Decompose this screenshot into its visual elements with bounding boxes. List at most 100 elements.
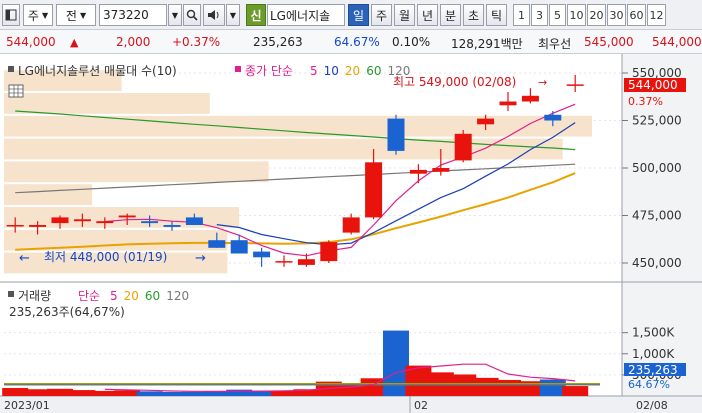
period-mode-value: 전 <box>65 8 77 23</box>
high-price-annotation: 최고 549,000 (02/08) <box>393 75 516 89</box>
volume-ma-legend-period-3: 120 <box>166 289 189 303</box>
candle-body <box>387 118 405 151</box>
volume-ratio: 64.67% <box>334 35 380 49</box>
volume-bar[interactable] <box>203 391 230 396</box>
volume-bar[interactable] <box>2 387 29 396</box>
price-panel-title[interactable]: LG에너지솔루션 매물대 수(10) <box>18 64 177 78</box>
volume-bar[interactable] <box>472 377 499 396</box>
best-ask-price: 545,000 <box>584 35 634 49</box>
high-arrow-icon: → <box>538 76 547 89</box>
candle[interactable] <box>454 130 472 163</box>
volume-panel-title[interactable]: 거래량 <box>18 289 51 303</box>
trade-volume: 235,263 <box>253 35 303 49</box>
search-icon <box>186 9 198 21</box>
search-button[interactable] <box>183 4 201 26</box>
candle-body <box>253 251 271 258</box>
candle[interactable] <box>387 114 405 155</box>
interval-button-1[interactable]: 3 <box>531 4 548 26</box>
ma-legend-label[interactable]: 종가 단순 <box>245 64 293 78</box>
candle-body <box>365 162 383 218</box>
candle-body <box>477 118 495 125</box>
market-select[interactable]: 주 ▼ <box>23 4 53 26</box>
volume-bar[interactable] <box>47 388 73 396</box>
best-quote-label: 최우선 <box>538 37 572 51</box>
candle-body <box>432 168 450 172</box>
interval-button-3[interactable]: 10 <box>567 4 586 26</box>
period-tab-2[interactable]: 월 <box>394 4 415 26</box>
sound-dropdown-button[interactable]: ▼ <box>226 4 240 26</box>
price-y-tick: 500,000 <box>632 161 682 175</box>
volume-bar[interactable] <box>181 391 208 396</box>
volume-bar[interactable] <box>136 391 163 396</box>
candle-body <box>141 221 159 224</box>
trade-value: 128,291백만 <box>451 37 523 51</box>
price-change: 2,000 <box>116 35 151 49</box>
volume-bar[interactable] <box>539 379 566 396</box>
candle-body <box>544 114 562 121</box>
ma-legend-period-0: 5 <box>310 64 318 78</box>
x-axis-label-month: 02 <box>414 399 428 412</box>
volume-bar[interactable] <box>69 390 96 396</box>
volume-bar[interactable] <box>562 386 589 396</box>
ma-legend-period-3: 60 <box>366 64 381 78</box>
turnover-rate: 0.10% <box>392 35 431 49</box>
period-tab-0[interactable]: 일 <box>348 4 369 26</box>
chart-toolbar: 주 ▼ 전 ▼ 373220 ▼ ▼ 신 LG에너지솔 일 주 월 년 분 초 틱 1 3 5 10… <box>0 0 702 30</box>
interval-button-0[interactable]: 1 <box>513 4 530 26</box>
candlestick-chart[interactable]: 550,000525,000500,000475,000450,0001,500… <box>0 54 702 413</box>
candle-body <box>454 133 472 161</box>
current-volume-pct-tag: 64.67% <box>628 378 670 391</box>
period-mode-select[interactable]: 전 ▼ <box>56 4 96 26</box>
volume-ma-legend-label[interactable]: 단순 <box>78 289 100 303</box>
chevron-down-icon: ▼ <box>229 10 237 20</box>
stock-name-value: LG에너지솔 <box>270 8 331 23</box>
sound-button[interactable] <box>203 4 225 26</box>
speaker-icon <box>208 10 219 20</box>
period-tab-6[interactable]: 틱 <box>486 4 507 26</box>
table-toggle-icon[interactable] <box>8 84 24 98</box>
x-axis-label-start: 2023/01 <box>4 399 50 412</box>
low-price-annotation: 최저 448,000 (01/19) <box>44 250 167 264</box>
new-listing-badge[interactable]: 신 <box>246 4 266 26</box>
candle-body <box>208 240 226 248</box>
volume-bar[interactable] <box>383 330 409 396</box>
volume-profile-bar <box>4 93 210 114</box>
price-y-tick: 450,000 <box>632 256 682 270</box>
candle-body <box>499 101 517 106</box>
stock-chart-window: 주 ▼ 전 ▼ 373220 ▼ ▼ 신 LG에너지솔 일 주 월 년 분 초 틱 1 3 5 10… <box>0 0 702 413</box>
volume-bar[interactable] <box>495 379 521 396</box>
candle-body <box>342 217 360 233</box>
stock-name-field[interactable]: LG에너지솔 <box>267 4 345 26</box>
panel-marker-icon <box>8 291 14 297</box>
volume-profile-bar <box>4 138 563 160</box>
code-dropdown-button[interactable]: ▼ <box>168 4 182 26</box>
best-bid-price: 544,000 <box>652 35 702 49</box>
current-volume-tag-text: 235,263 <box>628 363 678 377</box>
period-tab-1[interactable]: 주 <box>371 4 392 26</box>
interval-button-6[interactable]: 60 <box>627 4 646 26</box>
interval-button-7[interactable]: 12 <box>647 4 666 26</box>
volume-bar[interactable] <box>91 390 118 396</box>
period-tab-5[interactable]: 초 <box>463 4 484 26</box>
current-price: 544,000 <box>6 35 56 49</box>
candle-body <box>96 221 114 224</box>
current-price-tag-text: 544,000 <box>628 78 678 92</box>
volume-bar[interactable] <box>159 391 185 396</box>
candle[interactable] <box>320 240 338 263</box>
volume-bar[interactable] <box>24 389 51 396</box>
candle-body <box>51 217 69 224</box>
stock-code-input[interactable]: 373220 <box>99 4 167 26</box>
volume-bar[interactable] <box>360 378 387 396</box>
volume-bar[interactable] <box>114 390 141 396</box>
low-left-arrow-icon: ← <box>19 251 30 266</box>
period-tab-3[interactable]: 년 <box>417 4 438 26</box>
candle-body <box>29 225 47 227</box>
candle-body <box>73 219 91 222</box>
interval-button-4[interactable]: 20 <box>587 4 606 26</box>
candle-body <box>409 169 427 174</box>
volume-y-tick: 1,500K <box>632 326 675 340</box>
interval-button-2[interactable]: 5 <box>549 4 566 26</box>
window-menu-icon[interactable] <box>2 4 20 26</box>
period-tab-4[interactable]: 분 <box>440 4 461 26</box>
interval-button-5[interactable]: 30 <box>607 4 626 26</box>
